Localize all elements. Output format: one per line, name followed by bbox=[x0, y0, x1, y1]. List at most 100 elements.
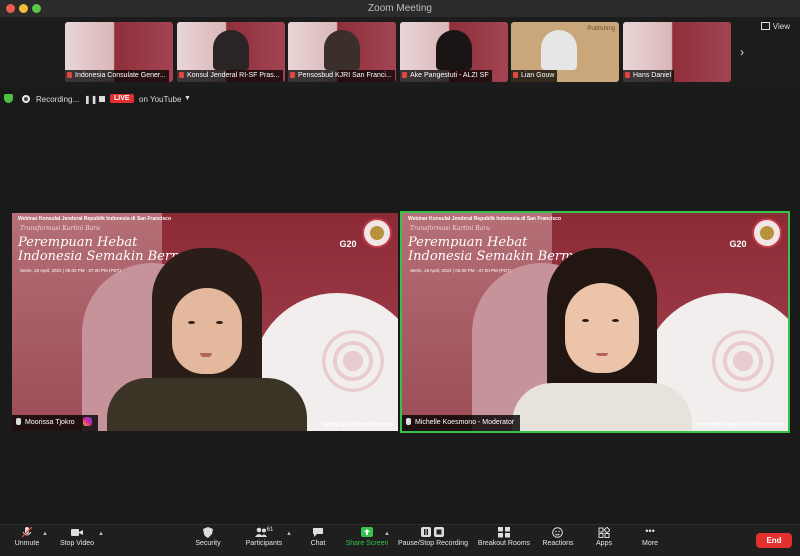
ellipsis-icon: ••• bbox=[645, 526, 655, 536]
muted-mic-icon bbox=[402, 72, 407, 78]
g20-logo: G20 bbox=[339, 239, 357, 249]
muted-mic-icon bbox=[625, 72, 630, 78]
mic-icon bbox=[16, 418, 21, 425]
participant-thumbnail[interactable]: Publishing Lian Gouw bbox=[511, 22, 619, 82]
more-button[interactable]: ••• More bbox=[639, 526, 661, 548]
share-screen-button[interactable]: Share Screen bbox=[344, 527, 390, 547]
participants-options-chevron-icon[interactable]: ▲ bbox=[286, 531, 292, 537]
participants-label: Participants bbox=[245, 540, 283, 547]
breakout-rooms-icon bbox=[498, 527, 510, 538]
participant-video bbox=[213, 30, 249, 70]
webinar-series: Transformasi Kartini Baru bbox=[410, 225, 490, 232]
share-screen-label: Share Screen bbox=[345, 540, 389, 547]
video-camera-icon bbox=[71, 527, 83, 538]
webinar-title-line1: Perempuan Hebat bbox=[18, 235, 138, 250]
unmute-label: Unmute bbox=[14, 540, 40, 547]
end-meeting-button[interactable]: End bbox=[756, 533, 792, 548]
pause-stop-recording-label: Pause/Stop Recording bbox=[397, 540, 469, 547]
share-screen-icon bbox=[361, 527, 373, 538]
participant-video bbox=[436, 30, 472, 70]
breakout-rooms-label: Breakout Rooms bbox=[477, 540, 531, 547]
participant-name: Indonesia Consulate Gener... bbox=[75, 72, 166, 79]
muted-mic-icon bbox=[67, 72, 72, 78]
participant-name: Pensosbud KJRI San Franci... bbox=[298, 72, 392, 79]
audio-options-chevron-icon[interactable]: ▲ bbox=[42, 531, 48, 537]
chevron-down-icon[interactable]: ▼ bbox=[184, 95, 191, 102]
participant-thumbnail[interactable]: Ake Pangestuti - ALZI SF bbox=[400, 22, 508, 82]
webinar-date: Senin, 18 April, 2022 | 05.00 PM - 07.00… bbox=[20, 268, 121, 273]
security-button[interactable]: Security bbox=[193, 527, 223, 547]
lotus-decoration-icon bbox=[318, 326, 388, 396]
shield-icon bbox=[202, 527, 214, 538]
webinar-date: Senin, 18 April, 2022 | 05.00 PM - 07.00… bbox=[410, 268, 511, 273]
pause-recording-icon[interactable]: ❚❚ bbox=[84, 95, 97, 104]
g20-logo: G20 bbox=[729, 239, 747, 249]
live-badge[interactable]: LIVE bbox=[110, 94, 134, 103]
webinar-series: Transformasi Kartini Baru bbox=[20, 225, 100, 232]
stop-recording-icon[interactable] bbox=[99, 96, 105, 102]
view-label: View bbox=[772, 22, 790, 31]
chat-button[interactable]: Chat bbox=[308, 527, 328, 547]
lotus-decoration-icon bbox=[708, 326, 778, 396]
thumbnail-overlay-text: Publishing bbox=[587, 26, 615, 32]
participants-icon: 61 bbox=[250, 527, 278, 538]
participant-video bbox=[324, 30, 360, 70]
chat-label: Chat bbox=[310, 540, 326, 547]
participant-nametag: Moorissa Tjokro bbox=[12, 415, 98, 431]
participant-strip: Indonesia Consulate Gener... Konsul Jend… bbox=[0, 17, 800, 87]
website-text: kemlu.go.id/sanfrancisco bbox=[321, 422, 394, 428]
muted-mic-icon bbox=[290, 72, 295, 78]
recording-icon bbox=[22, 95, 30, 103]
participant-name: Konsul Jenderal RI-SF Pras... bbox=[187, 72, 280, 79]
participant-thumbnail[interactable]: Pensosbud KJRI San Franci... bbox=[288, 22, 396, 82]
participant-name: Michelle Koesmono - Moderator bbox=[415, 419, 515, 426]
reactions-label: Reactions bbox=[542, 540, 574, 547]
stream-target-label[interactable]: on YouTube bbox=[139, 95, 181, 104]
participant-thumbnail[interactable]: Hans Daniel bbox=[623, 22, 731, 82]
garuda-emblem-icon bbox=[362, 218, 392, 248]
shield-icon bbox=[4, 94, 13, 103]
participant-nametag: Michelle Koesmono - Moderator bbox=[402, 415, 521, 431]
mic-icon bbox=[406, 418, 411, 425]
muted-mic-icon bbox=[179, 72, 184, 78]
next-page-chevron-icon[interactable]: › bbox=[740, 45, 744, 59]
apps-button[interactable]: Apps bbox=[594, 526, 614, 547]
participants-count: 61 bbox=[266, 527, 274, 533]
muted-mic-icon bbox=[513, 72, 518, 78]
participant-thumbnail[interactable]: Konsul Jenderal RI-SF Pras... bbox=[177, 22, 285, 82]
stop-video-button[interactable]: Stop Video bbox=[57, 527, 97, 547]
stop-video-label: Stop Video bbox=[59, 540, 95, 547]
webinar-org-line: Webinar Konsulat Jenderal Republik Indon… bbox=[408, 216, 561, 222]
reactions-button[interactable]: Reactions bbox=[541, 527, 575, 547]
view-button[interactable]: View bbox=[760, 22, 790, 31]
pause-stop-icon bbox=[421, 527, 445, 538]
participant-name: Lian Gouw bbox=[521, 72, 555, 79]
unmute-button[interactable]: Unmute bbox=[12, 526, 42, 547]
participant-video bbox=[541, 30, 577, 70]
security-label: Security bbox=[195, 540, 221, 547]
webinar-org-line: Webinar Konsulat Jenderal Republik Indon… bbox=[18, 216, 171, 222]
window-titlebar: Zoom Meeting bbox=[0, 0, 800, 18]
chat-bubble-icon bbox=[312, 527, 324, 538]
apps-label: Apps bbox=[596, 540, 612, 547]
webinar-title-line1: Perempuan Hebat bbox=[408, 235, 528, 250]
muted-mic-icon bbox=[21, 526, 33, 538]
smiley-icon bbox=[552, 527, 564, 538]
website-text: www.kemlu.go.id/sanfrancisco bbox=[696, 422, 784, 428]
more-label: More bbox=[642, 540, 658, 547]
participant-name: Hans Daniel bbox=[633, 72, 672, 79]
breakout-rooms-button[interactable]: Breakout Rooms bbox=[477, 527, 531, 547]
pause-stop-recording-button[interactable]: Pause/Stop Recording bbox=[397, 527, 469, 547]
recording-label: Recording... bbox=[36, 95, 80, 104]
instagram-icon bbox=[82, 417, 92, 426]
participant-name: Ake Pangestuti - ALZI SF bbox=[410, 72, 489, 79]
participants-button[interactable]: 61 Participants bbox=[243, 527, 285, 547]
apps-icon bbox=[598, 526, 611, 538]
main-video-tile[interactable]: Webinar Konsulat Jenderal Republik Indon… bbox=[12, 213, 398, 431]
share-options-chevron-icon[interactable]: ▲ bbox=[384, 531, 390, 537]
participant-thumbnail[interactable]: Indonesia Consulate Gener... bbox=[65, 22, 173, 82]
video-options-chevron-icon[interactable]: ▲ bbox=[98, 531, 104, 537]
active-speaker-video-tile[interactable]: Webinar Konsulat Jenderal Republik Indon… bbox=[400, 211, 790, 433]
grid-view-icon bbox=[760, 22, 770, 30]
window-title: Zoom Meeting bbox=[368, 3, 432, 14]
